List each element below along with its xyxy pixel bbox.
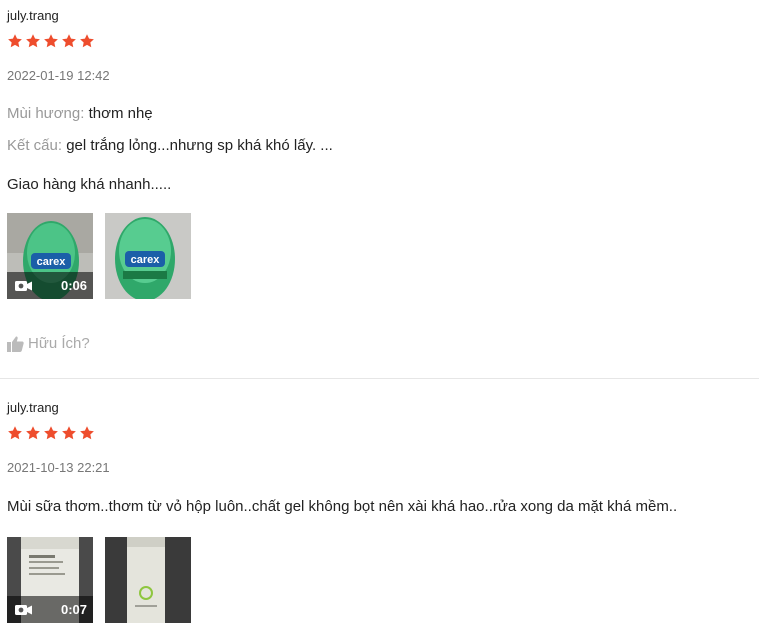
star-icon (26, 426, 40, 440)
product-photo (105, 537, 191, 623)
svg-text:carex: carex (37, 256, 67, 268)
helpful-label: Hữu Ích? (28, 335, 90, 352)
video-duration: 0:06 (60, 278, 87, 293)
video-camera-icon (15, 604, 32, 615)
attribute-label: Mùi hương: (7, 105, 85, 122)
review-datetime: 2021-10-13 22:21 (7, 460, 110, 475)
review-text: Mùi sữa thơm..thơm từ vỏ hộp luôn..chất … (7, 498, 678, 515)
video-duration: 0:07 (60, 602, 87, 617)
image-thumbnail[interactable]: carex (105, 213, 191, 299)
thumbs-up-icon (7, 336, 24, 352)
video-thumbnail[interactable]: 0:07 (7, 537, 93, 623)
helpful-button[interactable]: Hữu Ích? (7, 335, 90, 352)
review-username[interactable]: july.trang (7, 8, 59, 23)
star-icon (8, 426, 22, 440)
review-media: 0:07 (7, 537, 191, 623)
video-duration-bar: 0:06 (7, 272, 93, 299)
review-username[interactable]: july.trang (7, 400, 59, 415)
star-icon (80, 34, 94, 48)
star-icon (44, 426, 58, 440)
video-thumbnail[interactable]: carex 0:06 (7, 213, 93, 299)
review-text: Giao hàng khá nhanh..... (7, 176, 172, 193)
review-media: carex 0:06 carex (7, 213, 191, 299)
video-duration-bar: 0:07 (7, 596, 93, 623)
rating-stars (7, 33, 95, 49)
product-photo: carex (105, 213, 191, 299)
review-divider (0, 378, 759, 379)
review-datetime: 2022-01-19 12:42 (7, 68, 110, 83)
attribute-label: Kết cấu: (7, 137, 63, 154)
review-attribute: Mùi hương: thơm nhẹ (7, 105, 153, 122)
star-icon (80, 426, 94, 440)
star-icon (26, 34, 40, 48)
attribute-value: thơm nhẹ (88, 105, 153, 122)
image-thumbnail[interactable] (105, 537, 191, 623)
rating-stars (7, 425, 95, 441)
star-icon (44, 34, 58, 48)
star-icon (62, 34, 76, 48)
review-attribute: Kết cấu: gel trắng lỏng...nhưng sp khá k… (7, 137, 333, 154)
star-icon (8, 34, 22, 48)
attribute-value: gel trắng lỏng...nhưng sp khá khó lấy. .… (66, 137, 333, 154)
star-icon (62, 426, 76, 440)
svg-text:carex: carex (131, 254, 161, 266)
video-camera-icon (15, 280, 32, 291)
